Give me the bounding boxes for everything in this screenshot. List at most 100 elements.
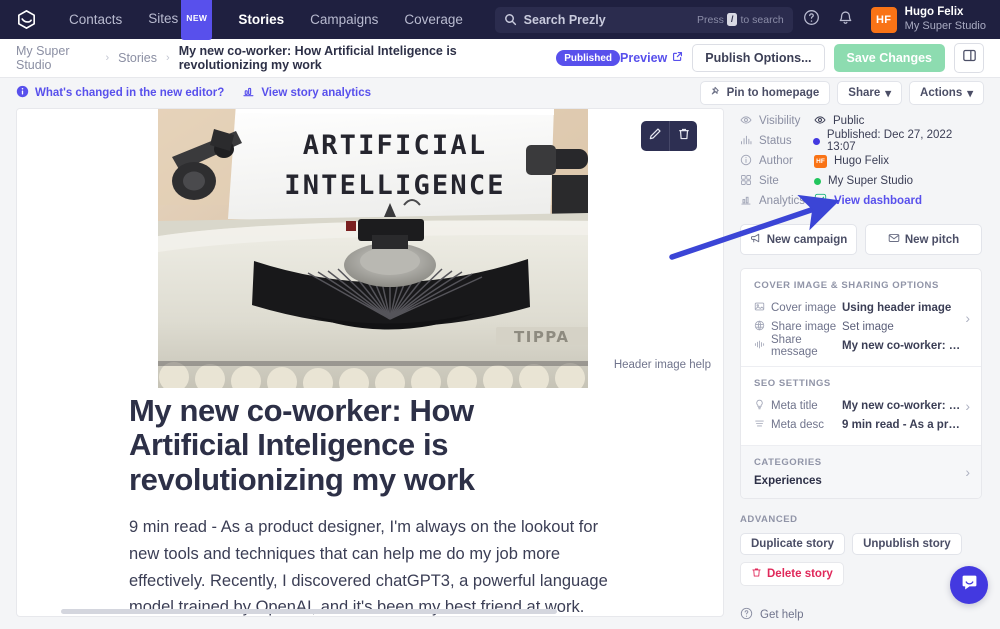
lines-icon xyxy=(754,418,765,432)
preview-link[interactable]: Preview xyxy=(620,51,683,65)
advanced-section: ADVANCED Duplicate story Unpublish story xyxy=(740,514,982,586)
unpublish-story-button[interactable]: Unpublish story xyxy=(852,533,962,555)
breadcrumb-actions: Preview Publish Options... Save Changes xyxy=(620,43,984,73)
breadcrumb-item-studio[interactable]: My Super Studio xyxy=(16,44,96,72)
header-image[interactable]: ARTIFICIAL INTELLIGENCE TIPPA xyxy=(158,109,588,388)
duplicate-story-button[interactable]: Duplicate story xyxy=(740,533,846,555)
nav-label: Coverage xyxy=(404,12,463,27)
view-story-analytics-link[interactable]: View story analytics xyxy=(242,85,371,101)
trash-icon xyxy=(677,127,691,146)
categories-section[interactable]: CATEGORIES Experiences › xyxy=(741,445,981,498)
whats-changed-link[interactable]: What's changed in the new editor? xyxy=(16,85,224,101)
setting-value: Using header image xyxy=(842,301,952,314)
share-dropdown-button[interactable]: Share ▾ xyxy=(837,81,903,105)
header-image-toolbar xyxy=(641,121,697,151)
meta-label-text: Author xyxy=(759,155,793,167)
chart-up-icon xyxy=(814,193,827,209)
delete-header-image-button[interactable] xyxy=(669,121,697,151)
horizontal-scrollbar[interactable] xyxy=(17,607,723,616)
eye-icon xyxy=(814,114,826,129)
meta-label: Site xyxy=(740,174,814,189)
primary-nav-links: Contacts Sites NEW Stories Campaigns Cove… xyxy=(56,0,476,41)
site-status-dot xyxy=(814,177,821,185)
breadcrumb-bar: My Super Studio › Stories › My new co-wo… xyxy=(0,39,1000,78)
preview-label: Preview xyxy=(620,51,668,65)
get-help-link[interactable]: Get help xyxy=(740,607,982,623)
page-title[interactable]: My new co-worker: How Artificial Intelig… xyxy=(129,393,599,497)
new-campaign-button[interactable]: New campaign xyxy=(740,224,857,255)
sidebar-toggle-button[interactable] xyxy=(954,43,984,73)
meta-label: Author xyxy=(740,154,814,169)
section-title: ADVANCED xyxy=(740,514,798,525)
article-body[interactable]: 9 min read - As a product designer, I'm … xyxy=(129,514,611,616)
meta-value-text: My Super Studio xyxy=(828,175,914,187)
user-name: Hugo Felix xyxy=(904,6,964,19)
external-link-icon xyxy=(672,51,683,65)
setting-value: My new co-worker: Ho... xyxy=(842,339,964,352)
intercom-chat-button[interactable] xyxy=(950,566,988,604)
nav-link-coverage[interactable]: Coverage xyxy=(391,0,476,39)
top-navigation-bar: Contacts Sites NEW Stories Campaigns Cove… xyxy=(0,0,1000,41)
app-root: Contacts Sites NEW Stories Campaigns Cove… xyxy=(0,0,1000,629)
meta-label-text: Visibility xyxy=(759,115,801,127)
edit-header-image-button[interactable] xyxy=(641,121,669,151)
hint-pre: Press xyxy=(696,13,724,26)
nav-label: Stories xyxy=(238,12,285,27)
search-shortcut-hint: Press / to search xyxy=(697,13,784,26)
meta-label-text: Status xyxy=(759,135,792,147)
search-input[interactable]: Search Prezly Press / to search xyxy=(494,6,793,33)
nav-link-stories[interactable]: Stories xyxy=(225,0,297,39)
meta-value: Published: Dec 27, 2022 13:07 xyxy=(813,129,982,153)
svg-text:INTELLIGENCE: INTELLIGENCE xyxy=(284,170,505,201)
setting-key: Meta title xyxy=(754,399,842,413)
hint-key: / xyxy=(726,13,738,26)
meta-value: HF Hugo Felix xyxy=(814,154,889,168)
scrollbar-thumb[interactable] xyxy=(61,609,557,614)
cover-image-section[interactable]: COVER IMAGE & SHARING OPTIONS Cover imag… xyxy=(741,269,981,366)
meta-value: Public xyxy=(814,114,864,129)
nav-label: Campaigns xyxy=(310,12,379,27)
meta-label-text: Analytics xyxy=(759,195,806,207)
secondary-toolbar-right: Pin to homepage Share ▾ Actions ▾ xyxy=(699,81,984,105)
meta-label-text: Site xyxy=(759,175,779,187)
section-title: CATEGORIES xyxy=(754,457,822,468)
actions-dropdown-button[interactable]: Actions ▾ xyxy=(909,81,984,105)
megaphone-icon xyxy=(750,232,762,247)
publish-options-button[interactable]: Publish Options... xyxy=(692,44,825,72)
meta-row-status: Status Published: Dec 27, 2022 13:07 xyxy=(740,129,982,153)
new-pitch-button[interactable]: New pitch xyxy=(865,224,982,255)
delete-story-button[interactable]: Delete story xyxy=(740,562,844,586)
meta-row-author: Author HF Hugo Felix xyxy=(740,151,982,171)
chevron-down-icon: ▾ xyxy=(885,88,892,100)
prezly-logo-icon[interactable] xyxy=(14,8,38,32)
setting-key-text: Cover image xyxy=(771,301,837,314)
share-label: Share xyxy=(848,87,881,99)
article-content: My new co-worker: How Artificial Intelig… xyxy=(17,388,723,616)
user-menu[interactable]: Hugo Felix My Super Studio xyxy=(905,5,986,33)
sidebar-action-buttons: New campaign New pitch xyxy=(740,224,982,255)
top-nav-right: Search Prezly Press / to search HF Hugo … xyxy=(494,5,986,35)
notifications-button[interactable] xyxy=(831,5,861,35)
pin-to-homepage-button[interactable]: Pin to homepage xyxy=(699,81,831,105)
avatar[interactable]: HF xyxy=(870,6,897,33)
meta-value: My Super Studio xyxy=(814,175,913,187)
setting-key: Share image xyxy=(754,320,842,334)
breadcrumb-item-stories[interactable]: Stories xyxy=(118,51,157,65)
save-changes-button[interactable]: Save Changes xyxy=(833,44,945,72)
nav-link-campaigns[interactable]: Campaigns xyxy=(297,0,391,39)
header-image-help-label[interactable]: Header image help xyxy=(614,359,711,371)
pencil-icon xyxy=(648,127,662,146)
setting-key-text: Share image xyxy=(771,320,837,333)
chevron-down-icon: ▾ xyxy=(967,88,973,100)
setting-row-cover-image: Cover image Using header image xyxy=(754,298,968,317)
seo-settings-section[interactable]: SEO SETTINGS Meta title My new co-worker… xyxy=(741,366,981,445)
nav-link-sites[interactable]: Sites NEW xyxy=(135,0,225,41)
meta-row-visibility: Visibility Public xyxy=(740,111,982,131)
help-button[interactable] xyxy=(797,5,827,35)
nav-link-contacts[interactable]: Contacts xyxy=(56,0,135,39)
workspace: ARTIFICIAL INTELLIGENCE TIPPA Header ima… xyxy=(0,108,1000,621)
setting-key: Share message xyxy=(754,334,842,358)
info-icon xyxy=(740,154,752,169)
avatar: HF xyxy=(814,154,827,168)
view-dashboard-link[interactable]: View dashboard xyxy=(814,193,922,209)
